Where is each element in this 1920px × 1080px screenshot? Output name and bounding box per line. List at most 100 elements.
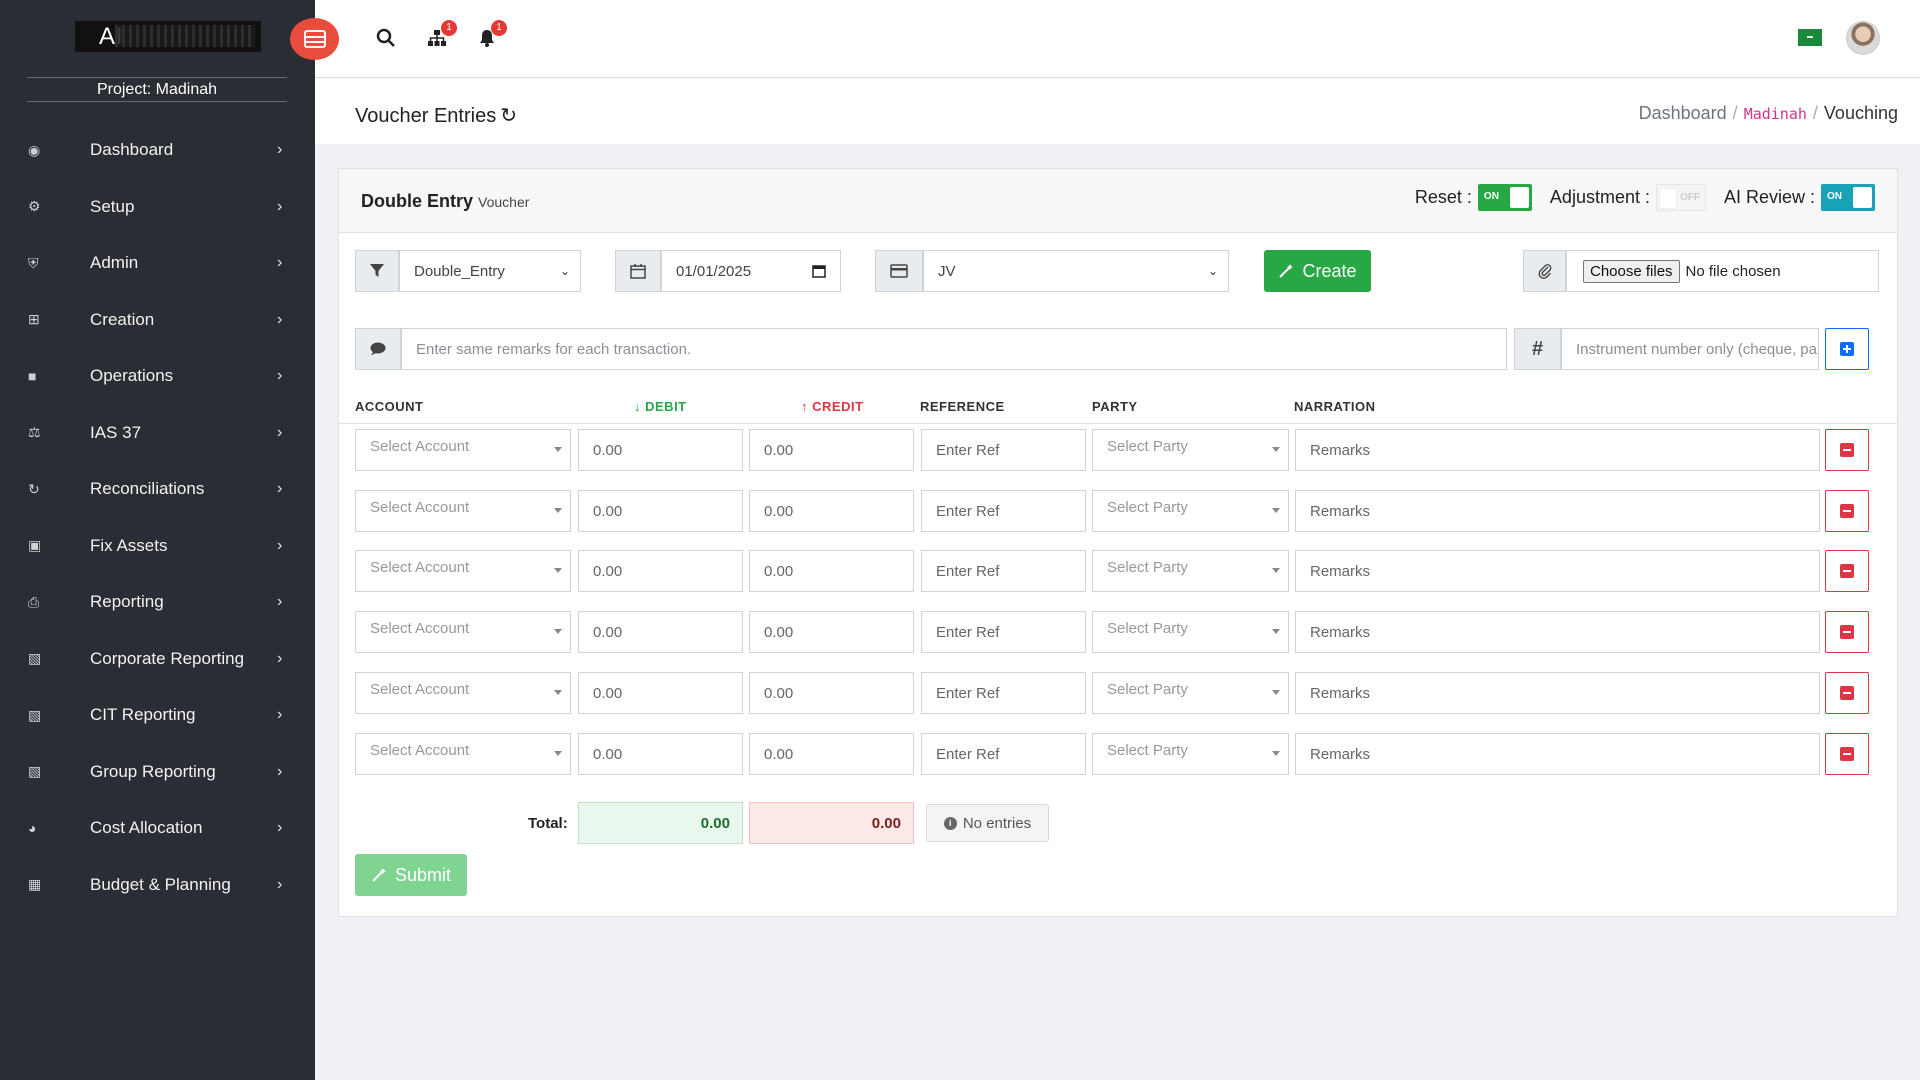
narration-input[interactable]: Remarks bbox=[1295, 611, 1820, 653]
reference-input[interactable]: Enter Ref bbox=[921, 490, 1086, 532]
account-select-value: Select Account bbox=[370, 620, 470, 637]
account-select-value: Select Account bbox=[370, 438, 470, 455]
minus-square-icon bbox=[1840, 686, 1854, 700]
credit-card-icon bbox=[890, 264, 908, 278]
sidebar-item-operations[interactable]: ■ Operations › bbox=[0, 348, 315, 405]
reset-label: Reset : bbox=[1414, 187, 1472, 207]
submit-button[interactable]: Submit bbox=[355, 854, 467, 896]
party-select[interactable]: Select Party bbox=[1092, 611, 1289, 653]
plus-square-icon: ⊞ bbox=[28, 311, 40, 328]
sidebar-item-setup[interactable]: ⚙ Setup › bbox=[0, 179, 315, 236]
reference-input[interactable]: Enter Ref bbox=[921, 733, 1086, 775]
debit-input[interactable]: 0.00 bbox=[578, 429, 743, 471]
adjustment-toggle[interactable]: OFF bbox=[1655, 184, 1706, 211]
credit-input[interactable]: 0.00 bbox=[749, 611, 914, 653]
remove-row-button[interactable] bbox=[1825, 733, 1869, 775]
remarks-input[interactable]: Enter same remarks for each transaction. bbox=[401, 328, 1507, 370]
table-row: Select Account 0.00 0.00 Enter Ref Selec… bbox=[0, 429, 1920, 471]
reset-toggle-state: ON bbox=[1483, 191, 1499, 202]
remove-row-button[interactable] bbox=[1825, 490, 1869, 532]
page-title-text: Voucher Entries bbox=[355, 105, 497, 127]
narration-input[interactable]: Remarks bbox=[1295, 490, 1820, 532]
header-credit-text: CREDIT bbox=[812, 399, 864, 414]
breadcrumb-dashboard[interactable]: Dashboard bbox=[1639, 103, 1727, 124]
reference-input[interactable]: Enter Ref bbox=[921, 550, 1086, 592]
entry-type-select[interactable]: Double_Entry ⌄ bbox=[399, 250, 581, 292]
user-avatar[interactable] bbox=[1846, 21, 1880, 55]
language-flag-icon[interactable]: ▬ bbox=[1798, 29, 1822, 46]
create-button[interactable]: Create bbox=[1264, 250, 1371, 292]
account-select[interactable]: Select Account bbox=[355, 611, 571, 653]
credit-input[interactable]: 0.00 bbox=[749, 429, 914, 471]
credit-input[interactable]: 0.00 bbox=[749, 550, 914, 592]
table-header-divider bbox=[339, 423, 1897, 424]
narration-input[interactable]: Remarks bbox=[1295, 429, 1820, 471]
remove-row-button[interactable] bbox=[1825, 429, 1869, 471]
sidebar-item-label: Reporting bbox=[90, 592, 164, 612]
instrument-input[interactable]: Instrument number only (cheque, pa bbox=[1561, 328, 1819, 370]
narration-input[interactable]: Remarks bbox=[1295, 550, 1820, 592]
sidebar-item-cost-allocation[interactable]: ◕ Cost Allocation › bbox=[0, 800, 315, 857]
account-select[interactable]: Select Account bbox=[355, 490, 571, 532]
party-select-value: Select Party bbox=[1107, 438, 1188, 455]
reset-toggle[interactable]: ON bbox=[1477, 184, 1532, 211]
party-select[interactable]: Select Party bbox=[1092, 429, 1289, 471]
party-select[interactable]: Select Party bbox=[1092, 672, 1289, 714]
breadcrumb-separator: / bbox=[1732, 103, 1738, 123]
sidebar-item-dashboard[interactable]: ◉ Dashboard › bbox=[0, 122, 315, 179]
party-select[interactable]: Select Party bbox=[1092, 550, 1289, 592]
reference-input[interactable]: Enter Ref bbox=[921, 672, 1086, 714]
sidebar-toggle-button[interactable] bbox=[290, 18, 339, 60]
debit-input[interactable]: 0.00 bbox=[578, 490, 743, 532]
card-addon bbox=[875, 250, 923, 292]
add-row-button[interactable] bbox=[1825, 328, 1869, 370]
project-label: Project: Madinah bbox=[27, 77, 287, 102]
refresh-icon[interactable]: ↻ bbox=[500, 105, 517, 127]
app-logo[interactable]: AI bbox=[75, 21, 261, 52]
narration-input[interactable]: Remarks bbox=[1295, 733, 1820, 775]
party-select[interactable]: Select Party bbox=[1092, 490, 1289, 532]
debit-input[interactable]: 0.00 bbox=[578, 550, 743, 592]
remove-row-button[interactable] bbox=[1825, 611, 1869, 653]
account-select[interactable]: Select Account bbox=[355, 550, 571, 592]
voucher-type-select[interactable]: JV ⌄ bbox=[923, 250, 1229, 292]
calendar-picker-icon[interactable] bbox=[812, 264, 826, 278]
account-select[interactable]: Select Account bbox=[355, 733, 571, 775]
credit-input[interactable]: 0.00 bbox=[749, 490, 914, 532]
hierarchy-button[interactable]: 1 bbox=[425, 20, 457, 52]
credit-input[interactable]: 0.00 bbox=[749, 733, 914, 775]
header-narration: NARRATION bbox=[1294, 399, 1376, 414]
palette-icon: ◉ bbox=[28, 141, 41, 158]
hash-icon: # bbox=[1531, 337, 1544, 360]
debit-input[interactable]: 0.00 bbox=[578, 733, 743, 775]
sidebar-item-budget-planning[interactable]: ▦ Budget & Planning › bbox=[0, 857, 315, 914]
reference-input[interactable]: Enter Ref bbox=[921, 611, 1086, 653]
debit-input[interactable]: 0.00 bbox=[578, 672, 743, 714]
date-input[interactable]: 01/01/2025 bbox=[661, 250, 841, 292]
file-input[interactable]: Choose files No file chosen bbox=[1566, 250, 1879, 292]
sidebar-item-label: Operations bbox=[90, 366, 174, 386]
remove-row-button[interactable] bbox=[1825, 550, 1869, 592]
table-row: Select Account 0.00 0.00 Enter Ref Selec… bbox=[0, 611, 1920, 653]
account-select[interactable]: Select Account bbox=[355, 672, 571, 714]
sidebar-item-admin[interactable]: ⛨ Admin › bbox=[0, 235, 315, 292]
chevron-right-icon: › bbox=[277, 875, 283, 893]
sidebar-item-creation[interactable]: ⊞ Creation › bbox=[0, 292, 315, 349]
sidebar-item-label: Budget & Planning bbox=[90, 874, 231, 894]
breadcrumb-project[interactable]: Madinah bbox=[1744, 105, 1807, 123]
sidebar: AI Project: Madinah ◉ Dashboard › ⚙ Setu… bbox=[0, 0, 315, 1080]
notifications-button[interactable]: 1 bbox=[475, 20, 507, 52]
remove-row-button[interactable] bbox=[1825, 672, 1869, 714]
narration-input[interactable]: Remarks bbox=[1295, 672, 1820, 714]
reference-input[interactable]: Enter Ref bbox=[921, 429, 1086, 471]
caret-down-icon bbox=[554, 629, 562, 634]
party-select-value: Select Party bbox=[1107, 620, 1188, 637]
chevron-down-icon: ⌄ bbox=[1207, 264, 1218, 278]
choose-files-button[interactable]: Choose files bbox=[1583, 259, 1680, 283]
party-select[interactable]: Select Party bbox=[1092, 733, 1289, 775]
account-select[interactable]: Select Account bbox=[355, 429, 571, 471]
search-button[interactable] bbox=[374, 28, 398, 52]
ai-review-toggle[interactable]: ON bbox=[1821, 184, 1875, 211]
debit-input[interactable]: 0.00 bbox=[578, 611, 743, 653]
credit-input[interactable]: 0.00 bbox=[749, 672, 914, 714]
